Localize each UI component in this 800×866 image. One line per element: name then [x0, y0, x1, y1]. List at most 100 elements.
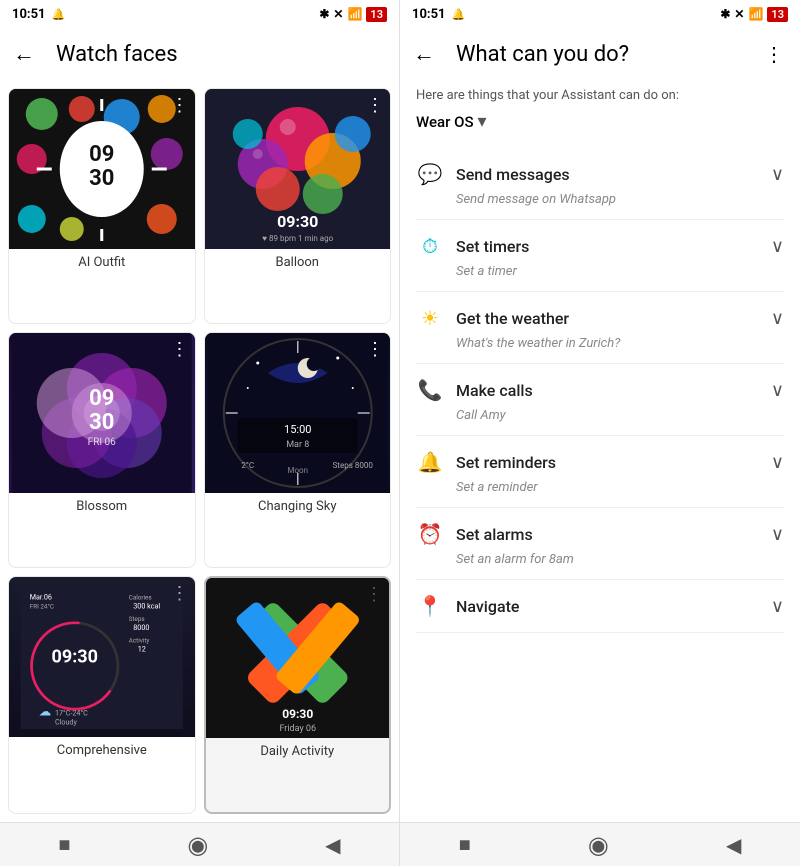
feature-navigate-title: Navigate	[456, 597, 759, 616]
right-status-bar: 10:51 🔔 ✱ ✕ 📶 13	[400, 0, 800, 28]
card-label-comprehensive: Comprehensive	[9, 737, 195, 764]
signal-icon: ✕	[333, 7, 343, 21]
navigate-chevron-icon: ∨	[771, 596, 784, 617]
card-menu-blossom[interactable]: ⋮	[171, 339, 189, 360]
feature-send-messages: 💬 Send messages ∨ Send message on Whatsa…	[416, 148, 784, 220]
card-label-blossom: Blossom	[9, 493, 195, 520]
left-back-button[interactable]: ←	[4, 34, 44, 74]
feature-set-alarms-subtitle: Set an alarm for 8am	[456, 552, 784, 567]
right-page-title: What can you do?	[456, 42, 744, 67]
get-weather-icon: ☀	[416, 304, 444, 332]
left-top-bar: ← Watch faces	[0, 28, 399, 80]
left-status-icons: ✱ ✕ 📶 13	[319, 7, 387, 22]
watch-card-blossom[interactable]: ⋮ 09 30 FRI 06	[8, 332, 196, 568]
bluetooth-icon: ✱	[319, 7, 329, 21]
right-nav-back[interactable]: ◀	[726, 833, 741, 857]
left-time: 10:51	[12, 7, 46, 22]
left-nav-circle[interactable]: ◉	[187, 831, 208, 859]
watch-card-changing-sky[interactable]: ⋮	[204, 332, 392, 568]
watch-face-balloon: 09:30 ♥ 89 bpm 1 min ago	[205, 89, 391, 249]
right-back-button[interactable]: ←	[404, 34, 444, 74]
svg-text:09:30: 09:30	[282, 707, 313, 721]
right-nav-circle[interactable]: ◉	[588, 831, 609, 859]
feature-send-messages-title: Send messages	[456, 165, 759, 184]
feature-make-calls-header[interactable]: 📞 Make calls ∨	[416, 376, 784, 404]
feature-set-reminders-header[interactable]: 🔔 Set reminders ∨	[416, 448, 784, 476]
left-nav-back[interactable]: ◀	[325, 833, 340, 857]
feature-send-messages-header[interactable]: 💬 Send messages ∨	[416, 160, 784, 188]
feature-set-timers-title: Set timers	[456, 237, 759, 256]
right-panel: 10:51 🔔 ✱ ✕ 📶 13 ← What can you do? ⋮ He…	[400, 0, 800, 866]
feature-set-alarms: ⏰ Set alarms ∨ Set an alarm for 8am	[416, 508, 784, 580]
svg-text:FRI 06: FRI 06	[88, 437, 117, 448]
left-page-title: Watch faces	[56, 42, 391, 67]
navigate-icon: 📍	[416, 592, 444, 620]
svg-text:8000: 8000	[133, 623, 149, 632]
card-menu-daily-activity[interactable]: ⋮	[365, 584, 383, 605]
set-timers-chevron-icon: ∨	[771, 236, 784, 257]
feature-set-alarms-title: Set alarms	[456, 525, 759, 544]
watch-face-blossom: 09 30 FRI 06	[9, 333, 195, 493]
platform-chevron-icon: ▾	[478, 111, 487, 132]
right-bluetooth-icon: ✱	[720, 7, 730, 21]
right-notification-icon: 🔔	[452, 8, 466, 21]
left-status-bar: 10:51 🔔 ✱ ✕ 📶 13	[0, 0, 399, 28]
make-calls-chevron-icon: ∨	[771, 380, 784, 401]
card-menu-balloon[interactable]: ⋮	[366, 95, 384, 116]
feature-navigate: 📍 Navigate ∨	[416, 580, 784, 633]
right-signal-icon: ✕	[734, 7, 744, 21]
watch-card-daily-activity[interactable]: ⋮ 09:30 Friday 06 Daily Activity	[204, 576, 392, 814]
set-alarms-chevron-icon: ∨	[771, 524, 784, 545]
svg-text:Friday 06: Friday 06	[279, 724, 316, 734]
platform-selector[interactable]: Wear OS ▾	[416, 111, 784, 132]
watch-face-ai-outfit: 09 30	[9, 89, 195, 249]
watch-card-comprehensive[interactable]: ⋮ Mar.06 FRI 24°C Calories 300 kcal Step…	[8, 576, 196, 814]
svg-text:☁: ☁	[39, 705, 52, 720]
right-nav-bar: ■ ◉ ◀	[400, 822, 800, 866]
feature-get-weather-title: Get the weather	[456, 309, 759, 328]
feature-make-calls: 📞 Make calls ∨ Call Amy	[416, 364, 784, 436]
card-menu-comprehensive[interactable]: ⋮	[171, 583, 189, 604]
set-alarms-icon: ⏰	[416, 520, 444, 548]
right-top-bar: ← What can you do? ⋮	[400, 28, 800, 80]
get-weather-chevron-icon: ∨	[771, 308, 784, 329]
left-panel: 10:51 🔔 ✱ ✕ 📶 13 ← Watch faces ⋮	[0, 0, 400, 866]
feature-set-reminders-title: Set reminders	[456, 453, 759, 472]
feature-get-weather-header[interactable]: ☀ Get the weather ∨	[416, 304, 784, 332]
card-menu-ai-outfit[interactable]: ⋮	[171, 95, 189, 116]
card-menu-changing-sky[interactable]: ⋮	[366, 339, 384, 360]
watch-face-changing-sky: 15:00 Mar 8 2°C Moon Steps 8000	[205, 333, 391, 493]
svg-text:Steps: Steps	[129, 615, 145, 623]
feature-set-alarms-header[interactable]: ⏰ Set alarms ∨	[416, 520, 784, 548]
right-status-icons: ✱ ✕ 📶 13	[720, 7, 788, 22]
feature-get-weather-subtitle: What's the weather in Zurich?	[456, 336, 784, 351]
right-time: 10:51	[412, 7, 446, 22]
right-nav-square[interactable]: ■	[459, 832, 471, 857]
send-messages-icon: 💬	[416, 160, 444, 188]
svg-text:FRI 24°C: FRI 24°C	[30, 602, 54, 610]
watch-face-comprehensive: Mar.06 FRI 24°C Calories 300 kcal Steps …	[9, 577, 195, 737]
platform-name: Wear OS	[416, 113, 474, 131]
right-menu-button[interactable]: ⋮	[756, 38, 792, 70]
card-label-daily-activity: Daily Activity	[206, 738, 390, 765]
left-nav-square[interactable]: ■	[58, 832, 70, 857]
svg-text:2°C: 2°C	[241, 461, 254, 470]
svg-text:300 kcal: 300 kcal	[133, 601, 160, 610]
feature-make-calls-title: Make calls	[456, 381, 759, 400]
svg-text:Steps 8000: Steps 8000	[332, 461, 373, 470]
feature-navigate-header[interactable]: 📍 Navigate ∨	[416, 592, 784, 620]
card-label-balloon: Balloon	[205, 249, 391, 276]
watch-card-balloon[interactable]: ⋮ 09:30 ♥	[204, 88, 392, 324]
svg-text:09: 09	[89, 142, 114, 167]
watch-card-ai-outfit[interactable]: ⋮	[8, 88, 196, 324]
send-messages-chevron-icon: ∨	[771, 164, 784, 185]
watch-grid: ⋮	[0, 80, 399, 822]
feature-set-timers-header[interactable]: ⏱ Set timers ∨	[416, 232, 784, 260]
feature-set-timers: ⏱ Set timers ∨ Set a timer	[416, 220, 784, 292]
watch-face-daily: 09:30 Friday 06	[206, 578, 390, 738]
svg-text:Cloudy: Cloudy	[55, 718, 78, 727]
svg-text:Activity: Activity	[129, 637, 150, 645]
set-reminders-chevron-icon: ∨	[771, 452, 784, 473]
assistant-subtitle: Here are things that your Assistant can …	[416, 88, 784, 103]
svg-text:15:00: 15:00	[284, 423, 311, 436]
